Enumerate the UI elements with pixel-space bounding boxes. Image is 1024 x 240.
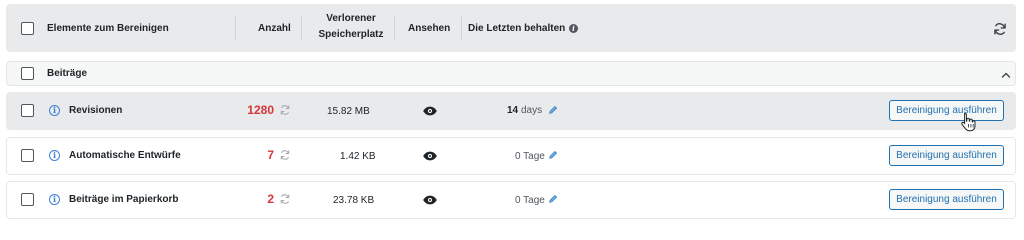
row-label: Automatische Entwürfe [69, 150, 181, 161]
keep-unit: days [521, 105, 543, 116]
row-count: 1280 [247, 103, 274, 117]
header-keep: Die Letzten behalten [468, 23, 566, 34]
group-row-posts[interactable]: Beiträge [6, 61, 1016, 86]
header-divider [235, 16, 236, 40]
pencil-icon[interactable] [548, 150, 558, 160]
header-view: Ansehen [408, 23, 451, 34]
sync-icon[interactable] [279, 193, 291, 205]
header-space-line2: Speicherplatz [318, 29, 384, 40]
cleanup-button[interactable]: Bereinigung ausführen [889, 100, 1004, 121]
group-checkbox[interactable] [21, 67, 34, 80]
table-row[interactable]: i Beiträge im Papierkorb 2 23.78 KB 0 Ta… [6, 181, 1016, 219]
header-count: Anzahl [258, 23, 291, 34]
row-checkbox[interactable] [21, 149, 34, 162]
eye-icon[interactable] [423, 195, 437, 205]
row-label: Revisionen [69, 105, 123, 116]
header-space-line1: Verlorener [326, 13, 376, 24]
eye-icon[interactable] [423, 106, 437, 116]
sync-icon[interactable] [279, 104, 291, 116]
header-items: Elemente zum Bereinigen [47, 23, 169, 34]
info-hint-icon[interactable]: i [569, 24, 578, 33]
refresh-icon[interactable] [993, 22, 1007, 36]
chevron-up-icon[interactable] [1001, 71, 1011, 79]
info-icon[interactable]: i [49, 105, 60, 116]
row-size: 1.42 KB [340, 151, 376, 162]
row-label: Beiträge im Papierkorb [69, 194, 179, 205]
header-divider [394, 16, 395, 40]
row-count: 2 [267, 192, 274, 206]
table-row[interactable]: i Automatische Entwürfe 7 1.42 KB 0 Tage… [6, 137, 1016, 175]
info-icon[interactable]: i [49, 194, 60, 205]
info-icon[interactable]: i [49, 150, 60, 161]
row-size: 23.78 KB [333, 195, 375, 206]
pencil-icon[interactable] [548, 105, 558, 115]
header-divider [461, 16, 462, 40]
sync-icon[interactable] [279, 149, 291, 161]
eye-icon[interactable] [423, 151, 437, 161]
keep-unit: 0 Tage [515, 195, 545, 206]
row-checkbox[interactable] [21, 104, 34, 117]
table-header: Elemente zum Bereinigen Anzahl Verlorene… [6, 4, 1016, 52]
pencil-icon[interactable] [548, 194, 558, 204]
row-count: 7 [267, 148, 274, 162]
select-all-checkbox[interactable] [21, 22, 34, 35]
keep-number: 14 [507, 105, 519, 116]
hand-cursor-icon [961, 112, 976, 132]
row-checkbox[interactable] [21, 193, 34, 206]
header-divider [301, 16, 302, 40]
table-row[interactable]: i Revisionen 1280 15.82 MB 14 days Berei… [6, 92, 1016, 130]
keep-unit: 0 Tage [515, 151, 545, 162]
cleanup-button[interactable]: Bereinigung ausführen [889, 145, 1004, 166]
cleanup-button[interactable]: Bereinigung ausführen [889, 189, 1004, 210]
group-label: Beiträge [47, 68, 88, 79]
row-size: 15.82 MB [327, 106, 370, 117]
